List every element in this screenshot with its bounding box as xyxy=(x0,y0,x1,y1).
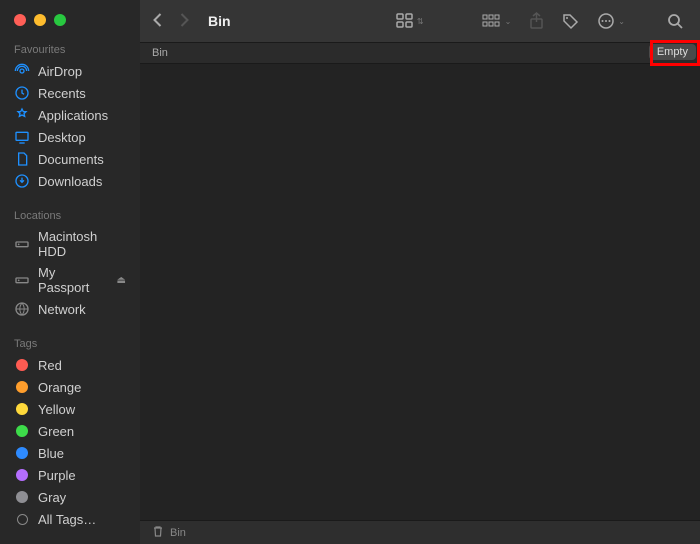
sidebar-item-label: Applications xyxy=(38,108,108,123)
sidebar-item-all-tags[interactable]: All Tags… xyxy=(0,508,140,530)
tag-dot-icon xyxy=(14,467,30,483)
empty-button[interactable]: Empty xyxy=(649,44,696,60)
maximize-button[interactable] xyxy=(54,14,66,26)
sidebar-item-label: AirDrop xyxy=(38,64,82,79)
tag-dot-icon xyxy=(14,357,30,373)
sidebar-item-label: Red xyxy=(38,358,62,373)
sidebar-item-airdrop[interactable]: AirDrop xyxy=(0,60,140,82)
sidebar-item-applications[interactable]: Applications xyxy=(0,104,140,126)
document-icon xyxy=(14,151,30,167)
search-button[interactable] xyxy=(663,13,688,30)
trash-icon xyxy=(152,525,164,541)
tag-dot-icon xyxy=(14,489,30,505)
section-header-locations: Locations xyxy=(0,206,140,226)
finder-window: Favourites AirDrop Recents Applications … xyxy=(0,0,700,544)
chevron-updown-icon: ⇅ xyxy=(417,17,424,26)
sidebar-item-network[interactable]: Network xyxy=(0,298,140,320)
group-button[interactable]: ⌄ xyxy=(478,14,516,28)
network-icon xyxy=(14,301,30,317)
section-header-favourites: Favourites xyxy=(0,40,140,60)
sidebar-item-desktop[interactable]: Desktop xyxy=(0,126,140,148)
sidebar-item-label: Macintosh HDD xyxy=(38,229,126,259)
list-header: Bin Empty xyxy=(140,42,700,64)
share-button[interactable] xyxy=(525,12,548,30)
sidebar-item-label: Documents xyxy=(38,152,104,167)
back-button[interactable] xyxy=(152,12,163,31)
sidebar-item-my-passport[interactable]: My Passport ⏏ xyxy=(0,262,140,298)
path-segment[interactable]: Bin xyxy=(170,527,186,539)
sidebar-item-label: Recents xyxy=(38,86,86,101)
sidebar-item-label: Orange xyxy=(38,380,81,395)
sidebar-item-downloads[interactable]: Downloads xyxy=(0,170,140,192)
drive-icon xyxy=(14,272,30,288)
airdrop-icon xyxy=(14,63,30,79)
tag-dot-icon xyxy=(14,423,30,439)
sidebar-item-label: My Passport xyxy=(38,265,109,295)
sidebar-item-label: Gray xyxy=(38,490,66,505)
sidebar-item-label: Blue xyxy=(38,446,64,461)
sidebar-item-label: Purple xyxy=(38,468,76,483)
file-list[interactable] xyxy=(140,64,700,520)
desktop-icon xyxy=(14,129,30,145)
downloads-icon xyxy=(14,173,30,189)
minimize-button[interactable] xyxy=(34,14,46,26)
toolbar: Bin ⇅ ⌄ ⌄ xyxy=(140,0,700,42)
sidebar: Favourites AirDrop Recents Applications … xyxy=(0,0,140,544)
sidebar-item-documents[interactable]: Documents xyxy=(0,148,140,170)
tags-button[interactable] xyxy=(558,13,583,30)
chevron-down-icon: ⌄ xyxy=(618,17,625,26)
tag-dot-icon xyxy=(14,445,30,461)
action-button[interactable]: ⌄ xyxy=(593,12,629,30)
nav-arrows xyxy=(152,12,190,31)
chevron-down-icon: ⌄ xyxy=(505,17,512,26)
sidebar-item-label: Green xyxy=(38,424,74,439)
clock-icon xyxy=(14,85,30,101)
main-pane: Bin ⇅ ⌄ ⌄ xyxy=(140,0,700,544)
sidebar-item-label: Network xyxy=(38,302,86,317)
sidebar-item-tag-orange[interactable]: Orange xyxy=(0,376,140,398)
tag-dot-icon xyxy=(14,401,30,417)
sidebar-item-recents[interactable]: Recents xyxy=(0,82,140,104)
sidebar-item-label: Desktop xyxy=(38,130,86,145)
sidebar-item-tag-blue[interactable]: Blue xyxy=(0,442,140,464)
sidebar-item-tag-gray[interactable]: Gray xyxy=(0,486,140,508)
sidebar-item-tag-yellow[interactable]: Yellow xyxy=(0,398,140,420)
traffic-lights xyxy=(0,10,140,40)
section-header-tags: Tags xyxy=(0,334,140,354)
sidebar-item-label: Downloads xyxy=(38,174,102,189)
path-bar: Bin xyxy=(140,520,700,544)
sidebar-item-label: Yellow xyxy=(38,402,75,417)
sidebar-item-tag-green[interactable]: Green xyxy=(0,420,140,442)
drive-icon xyxy=(14,236,30,252)
column-header[interactable]: Bin xyxy=(152,47,168,59)
eject-icon[interactable]: ⏏ xyxy=(117,275,126,286)
sidebar-item-tag-purple[interactable]: Purple xyxy=(0,464,140,486)
window-title: Bin xyxy=(208,13,231,29)
sidebar-item-label: All Tags… xyxy=(38,512,96,527)
forward-button[interactable] xyxy=(179,12,190,31)
tag-dot-icon xyxy=(14,379,30,395)
sidebar-item-macintosh-hdd[interactable]: Macintosh HDD xyxy=(0,226,140,262)
close-button[interactable] xyxy=(14,14,26,26)
sidebar-item-tag-red[interactable]: Red xyxy=(0,354,140,376)
all-tags-icon xyxy=(14,511,30,527)
view-icons-button[interactable]: ⇅ xyxy=(392,13,428,29)
applications-icon xyxy=(14,107,30,123)
